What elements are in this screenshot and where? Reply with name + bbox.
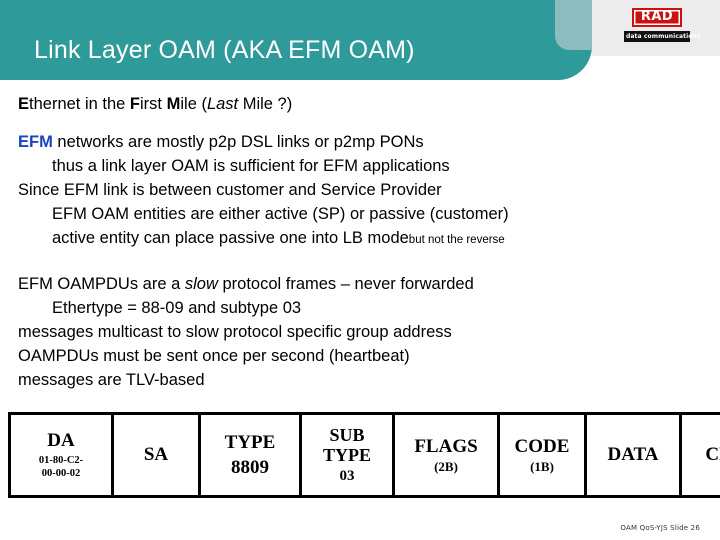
intro-text-3: ile ( xyxy=(180,95,207,113)
frame-field-label: TYPE xyxy=(224,432,276,454)
frame-field-cell: CRC xyxy=(679,413,720,497)
frame-field-cell: CODE (1B) xyxy=(497,413,587,497)
text-line-efm-3: Since EFM link is between customer and S… xyxy=(18,181,442,199)
frame-field-label: DATA xyxy=(607,444,659,466)
intro-text-2: irst xyxy=(140,95,167,113)
intro-text-4: Mile ?) xyxy=(238,95,293,113)
frame-field-label: CODE xyxy=(514,435,570,457)
efm-acronym: EFM xyxy=(18,133,53,151)
bold-e: E xyxy=(18,95,30,113)
text-line-efm-1: EFM networks are mostly p2p DSL links or… xyxy=(0,130,720,154)
paragraph-efm: EFM networks are mostly p2p DSL links or… xyxy=(0,130,720,252)
text-line-oampdu-4: OAMPDUs must be sent once per second (he… xyxy=(18,347,410,365)
slide-body: Ethernet in the First Mile (Last Mile ?)… xyxy=(0,92,720,392)
frame-field-label: SA xyxy=(143,444,169,466)
slide-footer: OAM QoS-YJS Slide 26 xyxy=(620,524,700,532)
table-row: DA 01-80-C2- 00-00-02 SA TYPE 8809 SUB TYPE 03 FL… xyxy=(9,413,720,497)
oampdu-frame-table: DA 01-80-C2- 00-00-02 SA TYPE 8809 SUB TYPE 03 FL… xyxy=(8,412,720,498)
oampdu-line1-pre: EFM OAMPDUs are a xyxy=(18,275,185,293)
page-title: Link Layer OAM (AKA EFM OAM) xyxy=(34,36,415,64)
frame-field-cell: SA xyxy=(111,413,201,497)
frame-field-label: CRC xyxy=(705,444,720,466)
frame-field-label: DA xyxy=(47,429,75,451)
text-line-efm-5: active entity can place passive one into… xyxy=(0,226,720,252)
frame-field-label: SUB TYPE xyxy=(322,424,371,466)
text-line-oampdu-2: Ethertype = 88-09 and subtype 03 xyxy=(52,299,302,317)
frame-field-cell: SUB TYPE 03 xyxy=(299,413,395,497)
frame-field-cell: FLAGS (2B) xyxy=(392,413,500,497)
efm-line5-note: but not the reverse xyxy=(408,234,505,246)
efm-line5-main: active entity can place passive one into… xyxy=(52,229,409,247)
paragraph-oampdu: EFM OAMPDUs are a slow protocol frames –… xyxy=(0,272,720,392)
frame-field-value: 01-80-C2- 00-00-02 xyxy=(38,455,84,480)
efm-line1-rest: networks are mostly p2p DSL links or p2m… xyxy=(52,133,424,151)
text-line-efm-4: EFM OAM entities are either active (SP) … xyxy=(52,205,509,223)
paragraph-intro: Ethernet in the First Mile (Last Mile ?) xyxy=(0,92,720,116)
oampdu-line1-post: protocol frames – never forwarded xyxy=(217,275,474,293)
frame-field-value: (1B) xyxy=(530,458,554,474)
frame-field-label: FLAGS xyxy=(414,435,478,457)
rad-wordmark: RAD xyxy=(632,8,682,27)
text-line-intro: Ethernet in the First Mile (Last Mile ?) xyxy=(0,92,720,116)
frame-field-cell: DA 01-80-C2- 00-00-02 xyxy=(9,413,114,497)
italic-slow: slow xyxy=(184,275,218,293)
rad-tagline: data communications xyxy=(624,31,701,42)
frame-field-value: (2B) xyxy=(434,458,458,474)
frame-field-value: 03 xyxy=(339,468,355,485)
frame-field-value: 8809 xyxy=(231,456,269,478)
text-line-oampdu-3: messages multicast to slow protocol spec… xyxy=(18,323,452,341)
frame-field-cell: TYPE 8809 xyxy=(198,413,302,497)
frame-field-cell: DATA xyxy=(584,413,682,497)
rad-logo: RAD data communications xyxy=(624,8,701,42)
italic-last: Last xyxy=(206,95,239,113)
header-accent-block xyxy=(555,0,592,50)
text-line-oampdu-1: EFM OAMPDUs are a slow protocol frames –… xyxy=(0,272,720,296)
bold-f: F xyxy=(129,95,141,113)
text-line-efm-2: thus a link layer OAM is sufficient for … xyxy=(52,157,450,175)
intro-text-1: thernet in the xyxy=(29,95,130,113)
bold-m: M xyxy=(166,95,181,113)
slide-header: Link Layer OAM (AKA EFM OAM) RAD data co… xyxy=(0,0,720,92)
text-line-oampdu-5: messages are TLV-based xyxy=(18,371,205,389)
